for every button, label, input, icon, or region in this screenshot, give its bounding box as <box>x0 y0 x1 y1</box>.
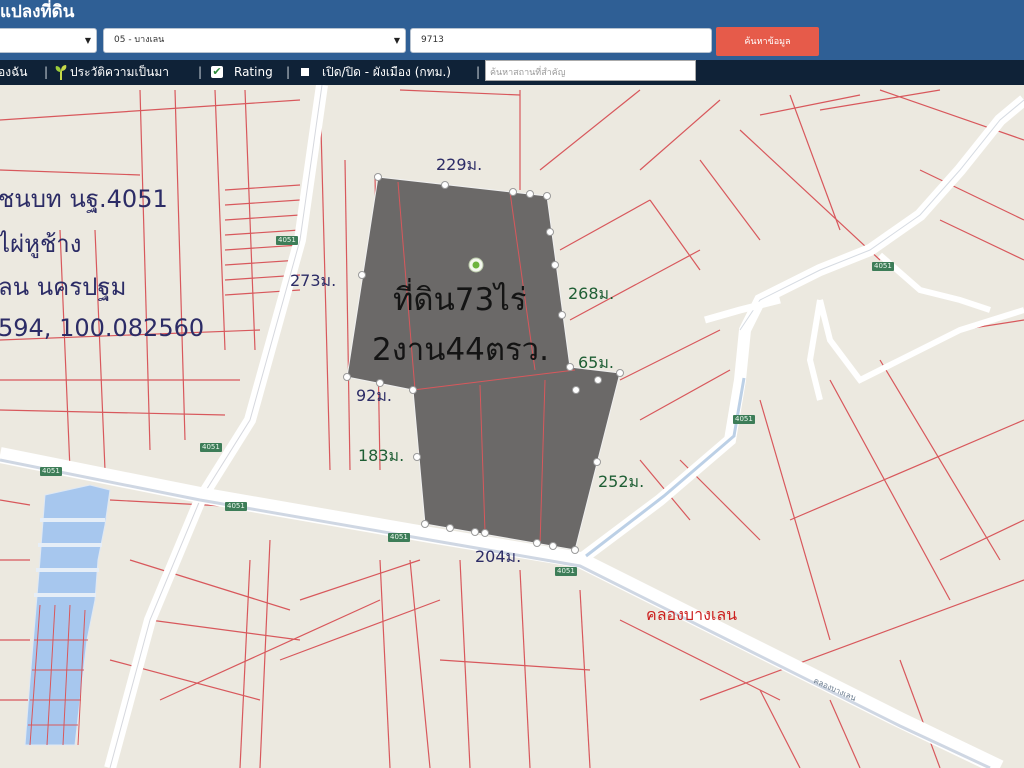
road-shield: 4051 <box>388 533 410 542</box>
toolbar-item-rating[interactable]: Rating <box>234 60 273 85</box>
dimension-label: 268ม. <box>568 284 615 303</box>
dimension-label: 273ม. <box>290 271 337 290</box>
map-toolbar: องฉัน | ประวัติความเป็นมา | ✔ Rating | เ… <box>0 60 1024 85</box>
chevron-down-icon: ▼ <box>84 36 91 45</box>
location-info-line: ลน นครปฐม <box>0 273 127 301</box>
location-info-line: ไผ่หูช้าง <box>0 230 82 258</box>
dimension-label: 252ม. <box>598 472 645 491</box>
toolbar-item-my-location[interactable]: องฉัน <box>0 60 27 85</box>
road-shield: 4051 <box>872 262 894 271</box>
road-shield: 4051 <box>225 502 247 511</box>
dimension-label: 183ม. <box>358 446 405 465</box>
parcel-number-field[interactable]: 9713 <box>410 28 712 53</box>
page-title: แปลงที่ดิน <box>0 2 75 22</box>
parcel-area-label: ที่ดิน73ไร่ <box>393 282 527 318</box>
province-select[interactable]: ▼ <box>0 28 97 53</box>
road-shield: 4051 <box>40 467 62 476</box>
road-shield: 4051 <box>276 236 298 245</box>
road-shield: 4051 <box>733 415 755 424</box>
land-parcel-viewer: แปลงที่ดิน ▼ 05 - บางเลน ▼ 9713 ค้นหาข้อ… <box>0 0 1024 768</box>
toolbar-separator: | <box>198 65 203 79</box>
place-search-input[interactable]: ค้นหาสถานที่สำคัญ <box>485 60 696 81</box>
search-button[interactable]: ค้นหาข้อมูล <box>716 27 819 56</box>
map-canvas[interactable]: 4051 4051 4051 4051 4051 4051 4051 4051 … <box>0 85 1024 768</box>
road-shield: 4051 <box>200 443 222 452</box>
map-pin-icon[interactable] <box>468 257 484 273</box>
location-info-line: ชนบท นฐ.4051 <box>0 185 168 213</box>
header-bar: แปลงที่ดิน ▼ 05 - บางเลน ▼ 9713 ค้นหาข้อ… <box>0 0 1024 60</box>
toolbar-item-city-plan[interactable]: เปิด/ปิด - ผังเมือง (กทม.) <box>322 60 451 85</box>
toolbar-separator: | <box>286 65 291 79</box>
toolbar-separator: | <box>476 65 481 79</box>
road-shield: 4051 <box>555 567 577 576</box>
parcel-area-label: 2งาน44ตรว. <box>372 332 549 368</box>
dimension-label: 204ม. <box>475 547 522 566</box>
district-select[interactable]: 05 - บางเลน ▼ <box>103 28 406 53</box>
dimension-label: 65ม. <box>578 353 614 372</box>
parcel-number-value: 9713 <box>421 35 444 45</box>
canal-label: คลองบางเลน <box>646 605 738 624</box>
city-plan-checkbox[interactable] <box>301 68 309 76</box>
dimension-label: 92ม. <box>356 386 392 405</box>
location-info-line: 594, 100.082560 <box>0 314 205 342</box>
toolbar-item-history[interactable]: ประวัติความเป็นมา <box>70 60 169 85</box>
dimension-label: 229ม. <box>436 155 483 174</box>
rating-checkbox[interactable]: ✔ <box>211 66 223 78</box>
chevron-down-icon: ▼ <box>393 36 400 45</box>
toolbar-separator: | <box>44 65 49 79</box>
district-select-value: 05 - บางเลน <box>114 35 165 45</box>
